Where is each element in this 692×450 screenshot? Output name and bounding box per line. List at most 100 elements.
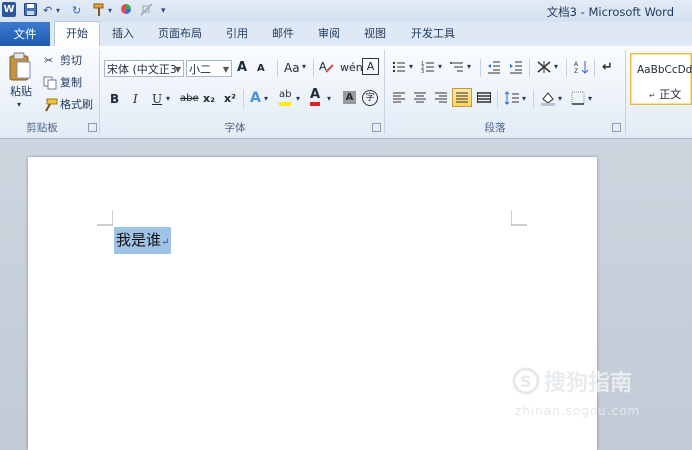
- shrink-font-button[interactable]: A: [257, 60, 265, 78]
- divider: [566, 59, 567, 77]
- chevron-down-icon[interactable]: ▼: [223, 61, 229, 78]
- sort-icon[interactable]: AZ: [573, 59, 589, 78]
- chinese-layout-dropdown-icon[interactable]: ▾: [554, 62, 558, 71]
- font-launcher-icon[interactable]: [372, 123, 381, 132]
- qat-dropdown-icon[interactable]: ▾: [108, 3, 112, 19]
- decrease-indent-icon[interactable]: [487, 60, 501, 77]
- tab-developer[interactable]: 开发工具: [407, 22, 459, 46]
- tab-home[interactable]: 开始: [54, 21, 100, 47]
- cut-icon[interactable]: ✂: [44, 53, 53, 69]
- chevron-down-icon[interactable]: ▼: [175, 61, 181, 78]
- superscript-button[interactable]: x²: [224, 90, 236, 108]
- underline-button[interactable]: U: [152, 90, 162, 108]
- tab-insert[interactable]: 插入: [108, 22, 138, 46]
- numbering-icon[interactable]: 123: [421, 60, 435, 77]
- paste-icon[interactable]: [8, 52, 32, 85]
- highlight-dropdown-icon[interactable]: ▾: [296, 94, 300, 103]
- tab-file[interactable]: 文件: [0, 22, 50, 46]
- underline-dropdown-icon[interactable]: ▾: [166, 94, 170, 103]
- italic-button[interactable]: I: [133, 90, 138, 108]
- paste-dropdown-icon[interactable]: ▾: [17, 100, 21, 109]
- watermark-text: 搜狗指南: [544, 371, 633, 396]
- tab-references[interactable]: 引用: [222, 22, 252, 46]
- tab-page-layout[interactable]: 页面布局: [154, 22, 206, 46]
- grow-font-button[interactable]: A: [237, 59, 247, 77]
- justify-button[interactable]: [452, 88, 472, 107]
- text-effect-button[interactable]: A: [250, 89, 261, 107]
- bullets-icon[interactable]: [392, 60, 406, 77]
- character-border-button[interactable]: A: [362, 58, 379, 75]
- borders-icon[interactable]: [571, 91, 585, 108]
- font-color-dropdown-icon[interactable]: ▾: [327, 94, 331, 103]
- clipboard-launcher-icon[interactable]: [88, 123, 97, 132]
- svg-text:A: A: [574, 61, 579, 68]
- selected-text[interactable]: 我是谁↵: [114, 227, 172, 254]
- multilevel-list-icon[interactable]: [450, 60, 464, 77]
- undo-icon[interactable]: ↶: [43, 3, 52, 19]
- line-spacing-dropdown-icon[interactable]: ▾: [522, 94, 526, 103]
- style-name-label: 正文: [659, 88, 682, 101]
- strikethrough-button[interactable]: abe: [180, 90, 199, 108]
- change-case-dropdown-icon[interactable]: ▾: [302, 62, 306, 71]
- bold-button[interactable]: B: [110, 90, 119, 108]
- align-left-icon[interactable]: [392, 91, 406, 107]
- chinese-layout-icon[interactable]: [536, 59, 552, 78]
- font-name-combo[interactable]: 宋体 (中文正3 ▼: [104, 60, 184, 77]
- shading-icon[interactable]: [540, 90, 556, 109]
- cut-button[interactable]: 剪切: [60, 53, 82, 69]
- shading-dropdown-icon[interactable]: ▾: [558, 94, 562, 103]
- group-divider: [625, 50, 626, 134]
- text-effect-dropdown-icon[interactable]: ▾: [264, 94, 268, 103]
- copy-icon[interactable]: [43, 76, 57, 93]
- format-painter-button[interactable]: 格式刷: [60, 97, 93, 113]
- divider: [277, 59, 278, 77]
- copy-button[interactable]: 复制: [60, 75, 82, 91]
- font-color-button[interactable]: A: [310, 88, 321, 106]
- divider: [594, 59, 595, 77]
- tab-view[interactable]: 视图: [360, 22, 390, 46]
- character-shading-button[interactable]: A: [343, 91, 356, 104]
- align-right-icon[interactable]: [434, 91, 448, 107]
- customize-qat-icon[interactable]: ▾: [161, 3, 166, 19]
- clear-format-button[interactable]: A: [318, 58, 334, 76]
- distributed-icon[interactable]: [477, 91, 491, 107]
- document-page[interactable]: [28, 157, 597, 450]
- highlight-button[interactable]: ab: [279, 88, 292, 106]
- document-text[interactable]: 我是谁: [116, 231, 161, 249]
- line-spacing-icon[interactable]: [504, 91, 520, 108]
- enclose-characters-button[interactable]: 字: [362, 90, 378, 106]
- divider: [243, 90, 244, 108]
- phonetic-guide-button[interactable]: wén: [340, 59, 363, 77]
- word-logo-icon[interactable]: W: [2, 2, 16, 17]
- divider: [497, 90, 498, 108]
- format-painter-qat-icon[interactable]: [92, 3, 106, 19]
- margin-corner-top-left: [97, 210, 113, 226]
- align-center-icon[interactable]: [413, 91, 427, 107]
- paragraph-launcher-icon[interactable]: [612, 123, 621, 132]
- eraser-icon[interactable]: [140, 3, 154, 19]
- format-painter-icon[interactable]: [43, 98, 58, 115]
- style-preview: AaBbCcDd: [637, 64, 692, 76]
- paragraph-mark-icon: ↵: [649, 91, 656, 100]
- increase-indent-icon[interactable]: [509, 60, 523, 77]
- save-icon[interactable]: [24, 3, 37, 19]
- paste-button[interactable]: 粘贴: [10, 84, 32, 100]
- subscript-button[interactable]: x₂: [203, 90, 215, 108]
- redo-icon[interactable]: ↻: [72, 3, 81, 19]
- color-wheel-icon[interactable]: [120, 3, 132, 19]
- show-marks-icon[interactable]: ↵: [602, 60, 613, 75]
- paragraph-group-label: 段落: [484, 122, 506, 134]
- change-case-button[interactable]: Aa: [284, 59, 300, 77]
- multilevel-dropdown-icon[interactable]: ▾: [467, 62, 471, 71]
- style-name: ↵ 正文: [649, 86, 681, 102]
- font-size-combo[interactable]: 小二 ▼: [186, 60, 232, 77]
- undo-dropdown-icon[interactable]: ▾: [56, 3, 60, 19]
- numbering-dropdown-icon[interactable]: ▾: [438, 62, 442, 71]
- tab-mailings[interactable]: 邮件: [268, 22, 298, 46]
- window-title: 文档3 - Microsoft Word: [546, 5, 674, 19]
- svg-text:S: S: [520, 372, 532, 391]
- style-normal[interactable]: AaBbCcDd ↵ 正文: [630, 53, 692, 105]
- bullets-dropdown-icon[interactable]: ▾: [409, 62, 413, 71]
- tab-review[interactable]: 审阅: [314, 22, 344, 46]
- borders-dropdown-icon[interactable]: ▾: [588, 94, 592, 103]
